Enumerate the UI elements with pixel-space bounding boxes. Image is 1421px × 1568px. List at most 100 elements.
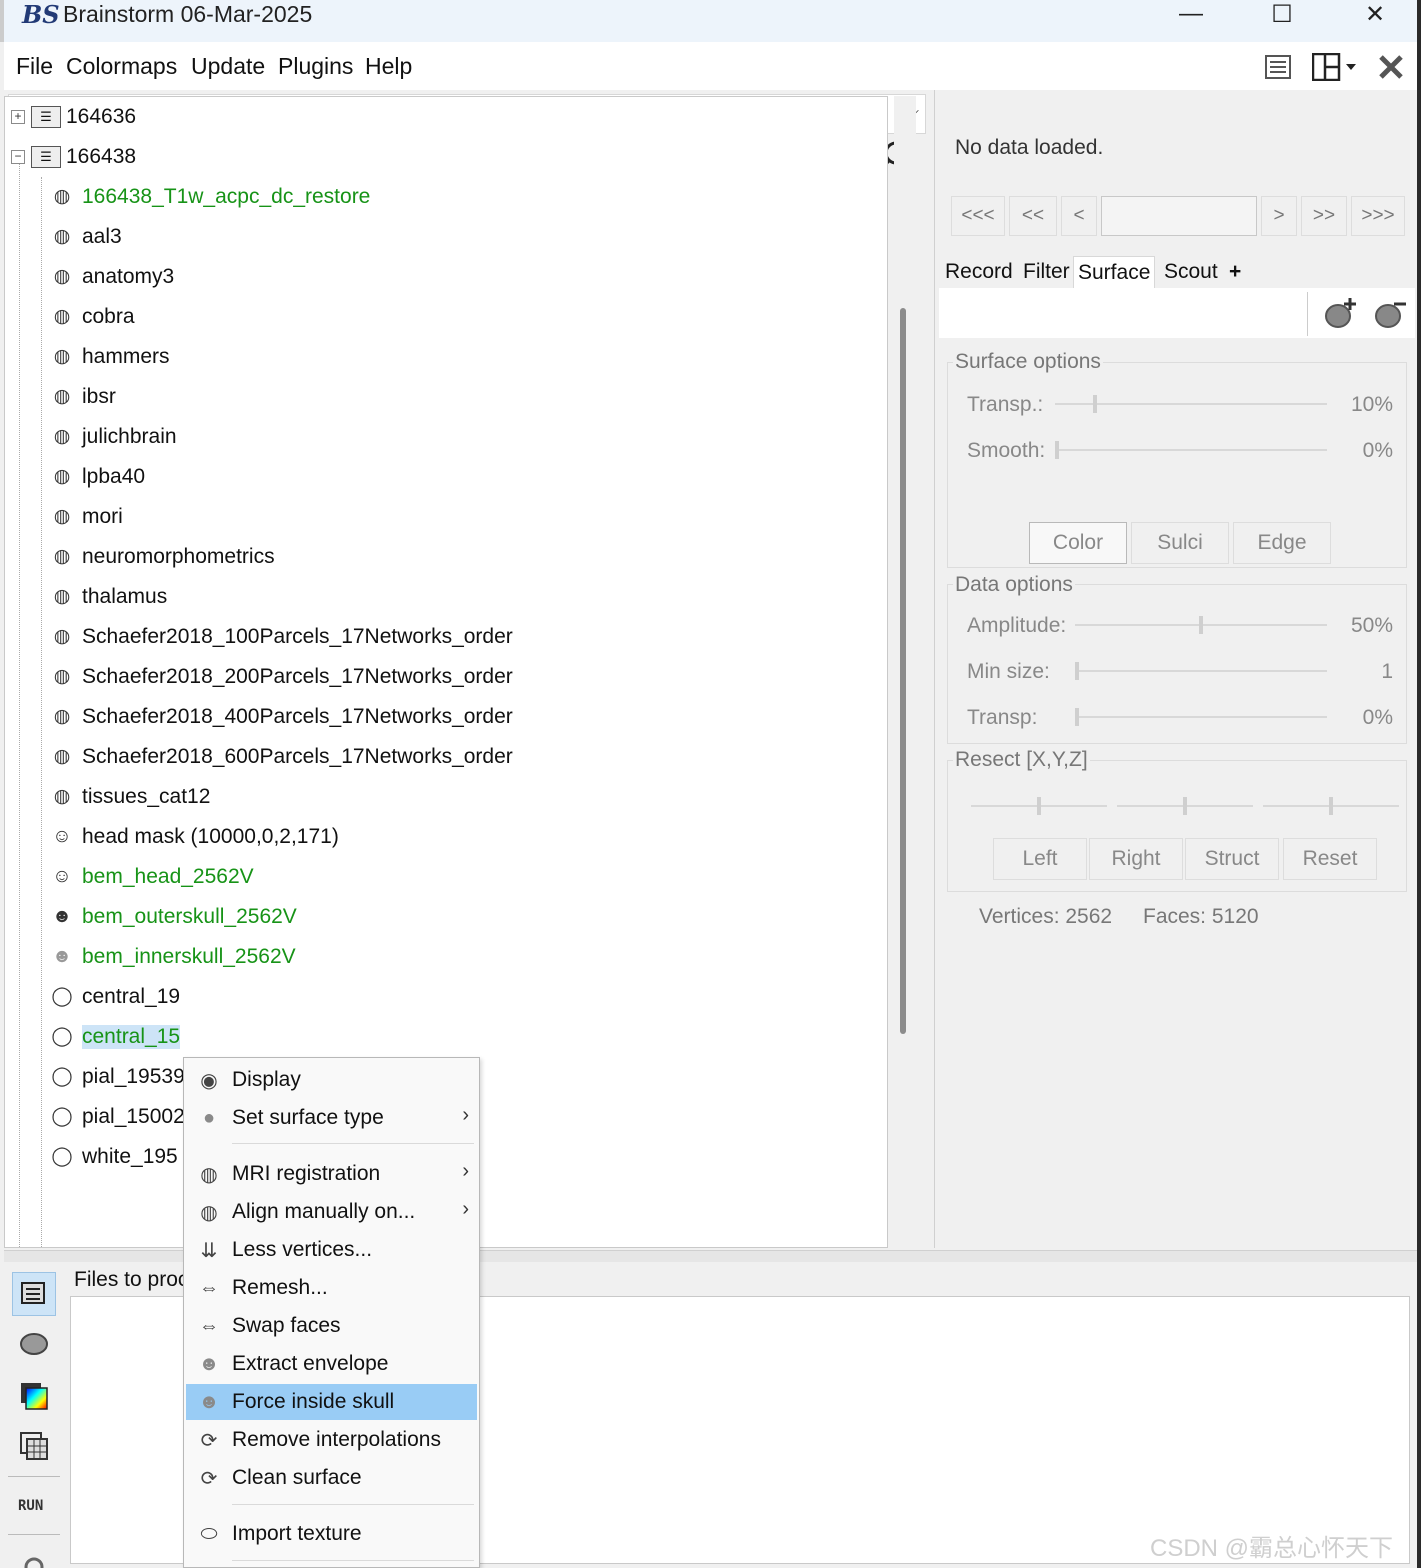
window-layout-icon[interactable]	[1310, 52, 1360, 82]
nav-fast-back-button[interactable]: <<	[1009, 196, 1057, 236]
status-text: No data loaded.	[955, 136, 1104, 159]
scrollbar-thumb[interactable]	[900, 308, 906, 1034]
tree-scrollbar[interactable]	[894, 96, 916, 1248]
tab-filter[interactable]: Filter	[1019, 256, 1074, 288]
tree-item[interactable]: ◍ Schaefer2018_600Parcels_17Networks_orde…	[51, 739, 513, 775]
tree-item[interactable]: ☻ bem_innerskull_2562V	[51, 939, 296, 975]
context-menu-item[interactable]: ☻ Force inside skull	[186, 1384, 477, 1420]
pipeline-tools-icon[interactable]	[12, 1542, 56, 1568]
tree-item[interactable]: ◯ central_15	[51, 1019, 181, 1055]
tree-item[interactable]: ☻ bem_outerskull_2562V	[51, 899, 297, 935]
tab-surface[interactable]: Surface	[1073, 256, 1156, 288]
context-menu-item[interactable]: ⟳ Remove interpolations	[186, 1422, 477, 1458]
close-window-button[interactable]: ✕	[1352, 0, 1398, 28]
context-menu-item[interactable]: ● Set surface type ›	[186, 1100, 477, 1136]
tab-record[interactable]: Record	[941, 256, 1017, 288]
tree-item[interactable]: ◍ Schaefer2018_200Parcels_17Networks_orde…	[51, 659, 513, 695]
context-menu-item[interactable]: ⬭ Import texture	[186, 1516, 477, 1552]
menu-file[interactable]: File	[16, 53, 53, 80]
context-menu-label: Import texture	[232, 1522, 362, 1545]
collapse-icon[interactable]: −	[11, 150, 25, 164]
smooth-slider[interactable]	[1055, 441, 1327, 459]
tree-item[interactable]: ◍ neuromorphometrics	[51, 539, 275, 575]
minimize-button[interactable]: —	[1168, 0, 1214, 28]
menu-plugins[interactable]: Plugins	[278, 53, 353, 80]
min-size-slider[interactable]	[1075, 662, 1327, 680]
resect-right-button[interactable]: Right	[1089, 838, 1183, 880]
tree-item[interactable]: ◯ central_19	[51, 979, 180, 1015]
nav-fast-forward-button[interactable]: >>	[1301, 196, 1347, 236]
context-menu-item[interactable]: ⇔ Swap faces	[186, 1308, 477, 1344]
data-transp-slider[interactable]	[1075, 708, 1327, 726]
nav-last-button[interactable]: >>>	[1351, 196, 1405, 236]
context-menu-item[interactable]: ◍ Align manually on... ›	[186, 1194, 477, 1230]
menu-update[interactable]: Update	[191, 53, 265, 80]
tree-item[interactable]: ◍ cobra	[51, 299, 135, 335]
surface-transp-slider[interactable]	[1055, 395, 1327, 413]
maximize-button[interactable]: ☐	[1259, 0, 1305, 28]
tab-add[interactable]: +	[1225, 256, 1245, 288]
brain-icon[interactable]	[12, 1322, 56, 1366]
tree-item[interactable]: ◍ lpba40	[51, 459, 145, 495]
nav-first-button[interactable]: <<<	[951, 196, 1005, 236]
tree-item[interactable]: ◍ Schaefer2018_100Parcels_17Networks_orde…	[51, 619, 513, 655]
color-button[interactable]: Color	[1029, 522, 1127, 564]
context-menu-item[interactable]: ☻ Extract envelope	[186, 1346, 477, 1382]
resect-struct-button[interactable]: Struct	[1185, 838, 1279, 880]
nav-back-button[interactable]: <	[1061, 196, 1097, 236]
remove-surface-icon[interactable]	[1373, 296, 1407, 335]
tree-subject-166438[interactable]: − ☰ 166438	[11, 139, 136, 175]
resect-z-slider[interactable]	[1263, 797, 1399, 815]
tree-item[interactable]: ◍ mori	[51, 499, 123, 535]
tree-item[interactable]: ☺ bem_head_2562V	[51, 859, 253, 895]
resect-y-slider[interactable]	[1117, 797, 1253, 815]
context-menu-item[interactable]: ◍ MRI registration ›	[186, 1156, 477, 1192]
resect-x-slider[interactable]	[971, 797, 1107, 815]
tree-item[interactable]: ◍ thalamus	[51, 579, 168, 615]
tree-item[interactable]: ◍ hammers	[51, 339, 170, 375]
tree-subject-164636[interactable]: + ☰ 164636	[11, 99, 136, 135]
tree-item[interactable]: ◍ 166438_T1w_acpc_dc_restore	[51, 179, 371, 215]
tree-item[interactable]: ◯ white_195	[51, 1139, 177, 1175]
tree-item[interactable]: ◯ pial_15002	[51, 1099, 184, 1135]
slider-knob[interactable]	[1093, 395, 1097, 413]
context-menu-item[interactable]: ⇔ Remesh...	[186, 1270, 477, 1306]
resect-left-button[interactable]: Left	[993, 838, 1087, 880]
tree-item[interactable]: ◍ ibsr	[51, 379, 116, 415]
tree-item[interactable]: ◍ aal3	[51, 219, 122, 255]
context-menu-item[interactable]: ◉ Display	[186, 1062, 477, 1098]
close-x-icon[interactable]	[1376, 52, 1406, 82]
run-button[interactable]: RUN	[18, 1498, 43, 1514]
colormap-icon[interactable]	[12, 1374, 56, 1418]
tree-item[interactable]: ◍ Schaefer2018_400Parcels_17Networks_orde…	[51, 699, 513, 735]
tree-item[interactable]: ◯ pial_19539	[51, 1059, 184, 1095]
chevron-right-icon: ›	[462, 1198, 469, 1220]
menu-help[interactable]: Help	[365, 53, 412, 80]
slider-knob[interactable]	[1199, 616, 1203, 634]
menu-colormaps[interactable]: Colormaps	[66, 53, 177, 80]
slider-knob[interactable]	[1183, 797, 1187, 815]
slider-knob[interactable]	[1037, 797, 1041, 815]
matrix-icon[interactable]	[12, 1424, 56, 1468]
expand-icon[interactable]: +	[11, 110, 25, 124]
tree-item[interactable]: ☺ head mask (10000,0,2,171)	[51, 819, 339, 855]
resect-reset-button[interactable]: Reset	[1283, 838, 1377, 880]
slider-knob[interactable]	[1075, 708, 1079, 726]
tree-item[interactable]: ◍ julichbrain	[51, 419, 177, 455]
context-menu-item[interactable]: ⟳ Clean surface	[186, 1460, 477, 1496]
layout-list-icon[interactable]	[1263, 52, 1293, 82]
time-field[interactable]	[1101, 196, 1257, 236]
amplitude-slider[interactable]	[1075, 616, 1327, 634]
tree-item[interactable]: ◍ tissues_cat12	[51, 779, 211, 815]
context-menu-item[interactable]: ⇊ Less vertices...	[186, 1232, 477, 1268]
slider-knob[interactable]	[1075, 662, 1079, 680]
process-files-icon[interactable]	[12, 1272, 56, 1316]
slider-knob[interactable]	[1055, 441, 1059, 459]
tab-scout[interactable]: Scout	[1160, 256, 1222, 288]
edge-button[interactable]: Edge	[1233, 522, 1331, 564]
tree-item[interactable]: ◍ anatomy3	[51, 259, 175, 295]
sulci-button[interactable]: Sulci	[1131, 522, 1229, 564]
add-surface-icon[interactable]	[1323, 296, 1357, 335]
slider-knob[interactable]	[1329, 797, 1333, 815]
nav-forward-button[interactable]: >	[1261, 196, 1297, 236]
